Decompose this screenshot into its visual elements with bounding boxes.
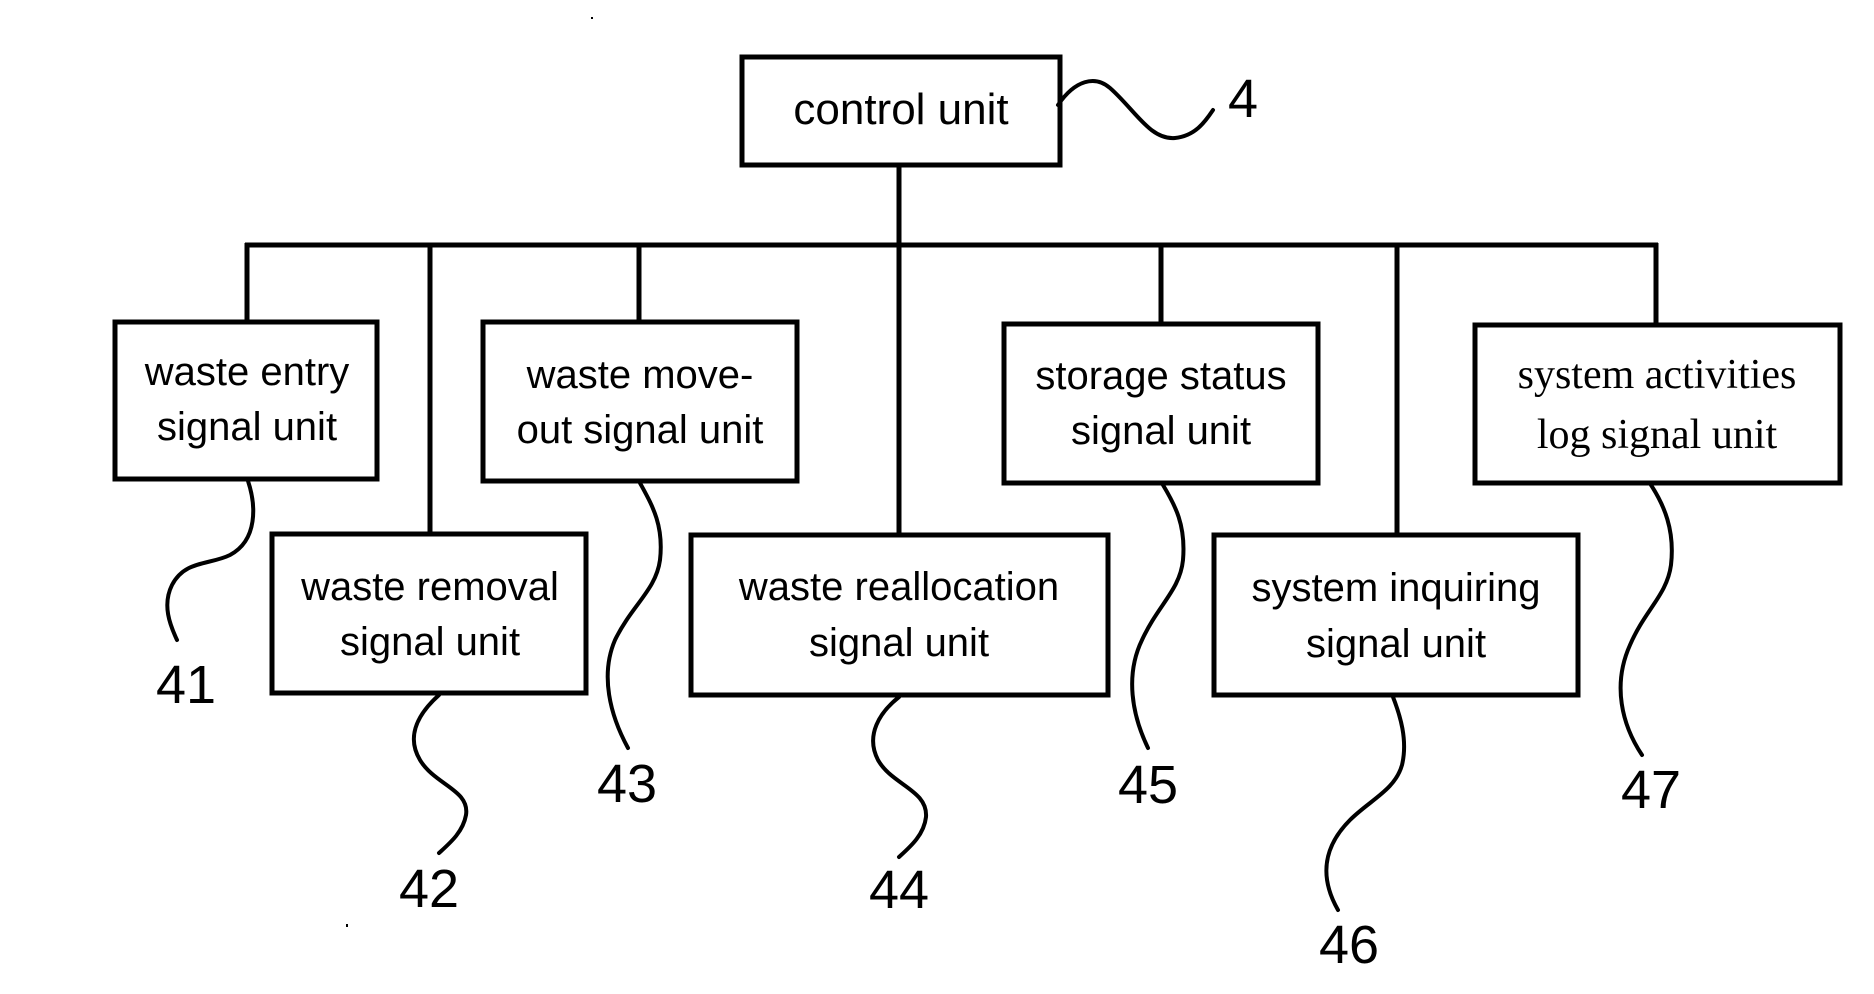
waste-entry-label-line2: signal unit — [157, 405, 337, 449]
waste-reallocation-box — [688, 532, 1111, 698]
ref-label-46: 46 — [1319, 915, 1379, 975]
system-activities-log-label-line2: log signal unit — [1537, 412, 1778, 458]
waste-removal-block: waste removal signal unit — [269, 531, 589, 696]
waste-reallocation-block: waste reallocation signal unit — [688, 532, 1111, 698]
control-unit-block: control unit — [739, 54, 1063, 168]
system-activities-log-block: system activities log signal unit — [1472, 322, 1843, 486]
waste-removal-label-line2: signal unit — [340, 620, 520, 664]
waste-reallocation-label-line1: waste reallocation — [738, 565, 1059, 609]
waste-move-out-label-line2: out signal unit — [517, 408, 764, 452]
system-inquiring-block: system inquiring signal unit — [1211, 532, 1581, 698]
ref-leader-44 — [871, 695, 929, 859]
ref-label-43: 43 — [597, 754, 657, 814]
ref-label-47: 47 — [1621, 760, 1681, 820]
system-inquiring-label-line2: signal unit — [1306, 622, 1486, 666]
speck — [346, 924, 348, 927]
waste-removal-label-line1: waste removal — [300, 565, 559, 609]
ref-leader-42 — [411, 693, 469, 855]
ref-label-42: 42 — [399, 859, 459, 919]
ref-leader-46 — [1324, 695, 1407, 912]
system-activities-log-label-line1: system activities — [1518, 352, 1797, 398]
system-inquiring-box — [1211, 532, 1581, 698]
control-unit-label: control unit — [793, 85, 1008, 134]
ref-label-44: 44 — [869, 860, 929, 920]
system-inquiring-label-line1: system inquiring — [1251, 566, 1540, 610]
ref-leader-45 — [1130, 483, 1186, 750]
ref-leader-41 — [165, 479, 256, 642]
waste-removal-box — [269, 531, 589, 696]
speck — [591, 17, 593, 19]
block-diagram: control unit 4 waste entry signal unit 4… — [112, 17, 1843, 975]
ref-leader-4 — [1056, 79, 1215, 141]
storage-status-label-line2: signal unit — [1071, 409, 1251, 453]
ref-leader-43 — [605, 481, 663, 750]
waste-reallocation-label-line2: signal unit — [809, 621, 989, 665]
waste-move-out-label-line1: waste move- — [526, 353, 754, 397]
ref-label-45: 45 — [1118, 755, 1178, 815]
waste-move-out-box — [480, 319, 800, 484]
ref-label-4: 4 — [1228, 69, 1258, 129]
system-activities-log-box — [1472, 322, 1843, 486]
storage-status-box — [1001, 321, 1321, 486]
ref-leader-47 — [1618, 483, 1674, 757]
waste-entry-block: waste entry signal unit — [112, 319, 380, 482]
waste-entry-label-line1: waste entry — [144, 350, 350, 394]
waste-move-out-block: waste move- out signal unit — [480, 319, 800, 484]
storage-status-label-line1: storage status — [1035, 354, 1286, 398]
storage-status-block: storage status signal unit — [1001, 321, 1321, 486]
waste-entry-box — [112, 319, 380, 482]
ref-label-41: 41 — [156, 655, 216, 715]
